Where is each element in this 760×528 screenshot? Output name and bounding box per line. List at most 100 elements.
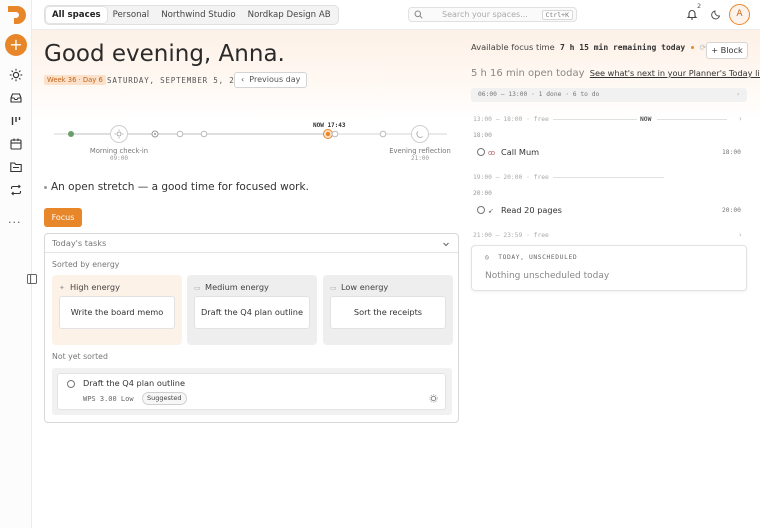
new-item-plus-icon[interactable]: + <box>5 34 27 56</box>
open-today-text: 5 h 16 min open today <box>471 68 585 79</box>
now-tag: NOW <box>640 116 652 123</box>
moon-icon[interactable] <box>711 9 722 20</box>
morning-summary-bar[interactable]: 06:00 – 13:00 · 1 done · 6 to do › <box>471 88 747 102</box>
energy-bucket-low: ▭ Low energy Sort the receipts <box>323 275 453 345</box>
page-title: Good evening, Anna. <box>44 41 285 67</box>
morning-checkin-time: 09:00 <box>109 155 129 162</box>
search-icon <box>414 10 423 19</box>
chevron-right-icon: › <box>736 91 740 98</box>
hour-label: 18:00 <box>473 132 492 139</box>
morning-checkin-node <box>110 125 128 143</box>
left-rail: + ··· <box>0 0 32 528</box>
notification-count: 2 <box>697 2 702 10</box>
now-label: NOW 17:43 <box>313 122 346 129</box>
people-icon: ꝏ <box>488 149 496 157</box>
tasks-header[interactable]: Today's tasks <box>45 234 458 253</box>
suggested-badge: Suggested <box>142 392 187 405</box>
unscheduled-panel: ◷ TODAY, UNSCHEDULED Nothing unscheduled… <box>471 245 747 291</box>
event-time: 20:00 <box>722 207 741 214</box>
space-tab-all[interactable]: All spaces <box>46 7 107 23</box>
send-icon: ➹ <box>488 207 494 215</box>
energy-bucket-label: High energy <box>70 282 120 292</box>
folder-icon[interactable] <box>9 160 23 174</box>
space-tab-northwind[interactable]: Northwind Studio <box>155 7 241 23</box>
previous-day-label: Previous day <box>249 75 301 84</box>
event-checkbox[interactable] <box>477 206 485 214</box>
free-slot[interactable]: 13:00 – 18:00 · free <box>473 116 549 123</box>
previous-day-button[interactable]: ‹ Previous day <box>234 72 308 88</box>
app-logo-icon[interactable] <box>6 4 27 26</box>
event-title: Read 20 pages <box>501 205 562 215</box>
hour-label: 20:00 <box>473 190 492 197</box>
evening-reflection-label: Evening reflection 21:00 <box>389 147 451 162</box>
sorted-by-label: Sorted by energy <box>52 260 120 269</box>
space-tab-personal[interactable]: Personal <box>107 7 156 23</box>
status-dot-icon <box>690 46 694 49</box>
unscheduled-empty-text: Nothing unscheduled today <box>485 271 610 281</box>
now-line <box>657 119 727 120</box>
search-input[interactable]: Search your spaces... Ctrl+K <box>408 7 577 22</box>
energy-bucket-header: ▭ Low energy <box>330 282 388 292</box>
battery-low-icon: ▭ <box>330 284 337 292</box>
space-switcher: All spaces Personal Northwind Studio Nor… <box>44 5 339 25</box>
event-call-mum[interactable]: ꝏ Call Mum <box>477 147 539 157</box>
sun-icon[interactable] <box>9 68 23 82</box>
space-tab-nordkap[interactable]: Nordkap Design AB <box>242 7 337 23</box>
morning-checkin-name: Morning check-in <box>89 147 149 155</box>
free-slot[interactable]: 19:00 – 20:00 · free <box>473 174 549 181</box>
task-card[interactable]: Sort the receipts <box>330 296 446 329</box>
energy-bucket-header: ✦ High energy <box>59 282 120 292</box>
task-card[interactable]: Draft the Q4 plan outline <box>194 296 310 329</box>
chevron-left-icon: ‹ <box>241 75 245 84</box>
unscheduled-header-text: TODAY, UNSCHEDULED <box>498 254 578 261</box>
unscheduled-header: ◷ TODAY, UNSCHEDULED <box>485 254 577 261</box>
task-meta: WPS 3.00 Low <box>83 395 134 403</box>
todays-tasks-panel: Today's tasks Sorted by energy ✦ High ene… <box>44 233 459 423</box>
task-checkbox[interactable] <box>67 380 75 388</box>
event-checkbox[interactable] <box>477 148 485 156</box>
more-icon[interactable]: ··· <box>8 216 22 229</box>
search-placeholder: Search your spaces... <box>442 10 528 19</box>
calendar-icon[interactable] <box>9 137 23 151</box>
chevron-right-icon: › <box>739 231 742 239</box>
focus-button[interactable]: Focus <box>44 208 82 227</box>
week-badge: Week 36 · Day 6 <box>44 75 106 85</box>
morning-summary-text: 06:00 – 13:00 · 1 done · 6 to do <box>478 91 600 98</box>
energy-bucket-label: Medium energy <box>205 282 269 292</box>
energy-bucket-medium: ▭ Medium energy Draft the Q4 plan outline <box>187 275 317 345</box>
evening-reflection-node <box>411 125 429 143</box>
gear-icon[interactable] <box>429 394 438 403</box>
event-time: 18:00 <box>722 149 741 156</box>
not-sorted-label: Not yet sorted <box>52 352 108 361</box>
panel-toggle-icon[interactable] <box>26 273 38 285</box>
focus-time-label: Available focus time <box>471 42 555 52</box>
sparkle-icon: ✦ <box>59 284 65 292</box>
timeline-done-marker <box>68 131 74 137</box>
top-bar: All spaces Personal Northwind Studio Nor… <box>32 0 760 30</box>
inbox-icon[interactable] <box>9 91 23 105</box>
slot-line <box>553 177 664 178</box>
bullet-icon <box>44 185 47 189</box>
chevron-down-icon <box>442 240 450 248</box>
evening-reflection-time: 21:00 <box>410 155 430 162</box>
event-title: Call Mum <box>501 147 540 157</box>
planner-today-link[interactable]: See what's next in your Planner's Today … <box>590 68 760 78</box>
search-shortcut: Ctrl+K <box>541 10 573 20</box>
unsorted-list: Draft the Q4 plan outline WPS 3.00 Low S… <box>52 368 452 415</box>
free-slot[interactable]: 21:00 – 23:59 · free <box>473 232 549 239</box>
chevron-right-icon: › <box>739 115 742 123</box>
task-card[interactable]: Write the board memo <box>59 296 175 329</box>
focus-time-value: 7 h 15 min remaining today <box>560 43 686 52</box>
add-block-button[interactable]: + Block <box>706 42 748 59</box>
stretch-message: An open stretch — a good time for focuse… <box>44 181 309 193</box>
date-label: SATURDAY, SEPTEMBER 5, 2026 <box>107 76 251 85</box>
morning-checkin-label: Morning check-in 09:00 <box>90 147 148 162</box>
repeat-icon[interactable] <box>9 183 23 197</box>
tasks-header-label: Today's tasks <box>52 238 107 248</box>
task-title: Draft the Q4 plan outline <box>83 378 185 388</box>
list-item[interactable]: Draft the Q4 plan outline WPS 3.00 Low S… <box>57 373 446 410</box>
day-timeline: Morning check-in 09:00 Evening reflectio… <box>54 118 451 168</box>
kanban-icon[interactable] <box>9 114 23 128</box>
event-read-pages[interactable]: ➹ Read 20 pages <box>477 205 562 215</box>
avatar[interactable]: A <box>729 4 750 25</box>
